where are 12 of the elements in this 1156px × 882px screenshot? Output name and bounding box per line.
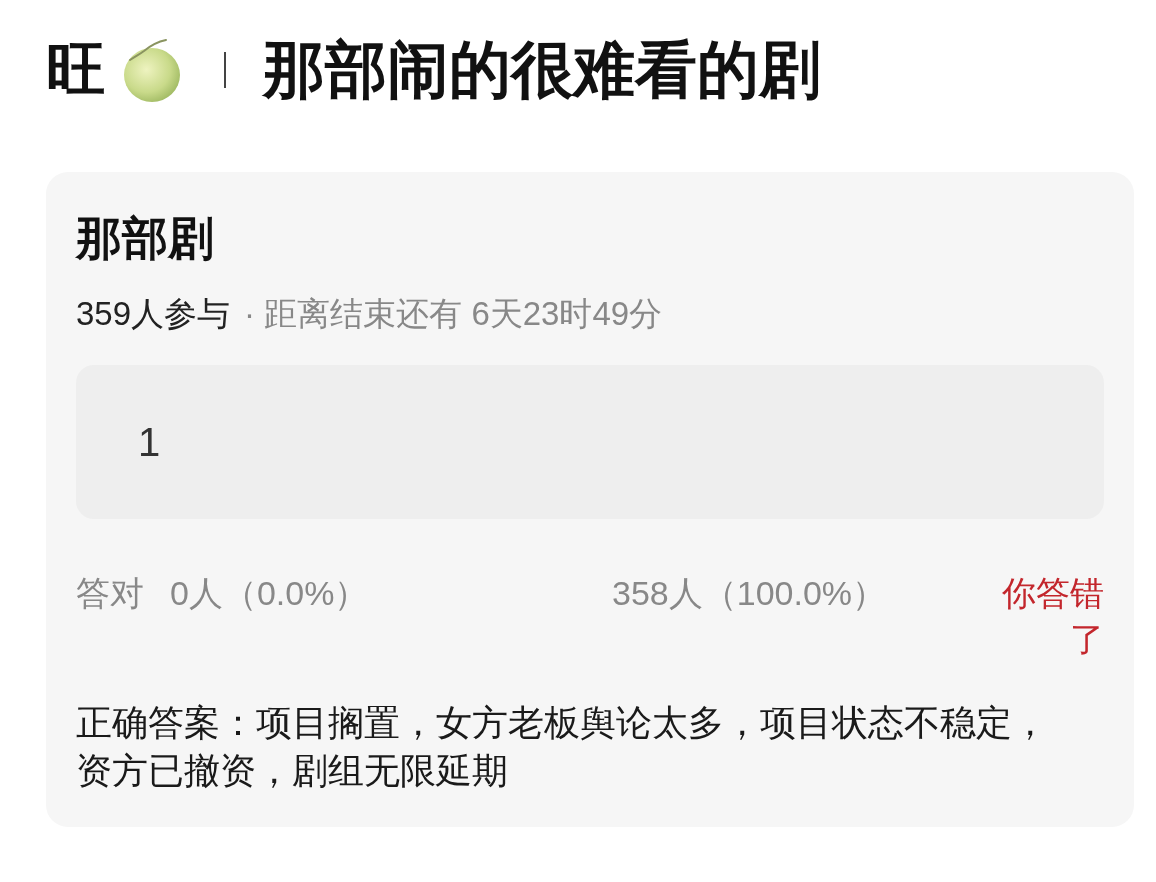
correct-count: 0人（0.0%） bbox=[170, 573, 369, 614]
answer-box: 1 bbox=[76, 365, 1104, 519]
participant-count: 359人参与 bbox=[76, 297, 231, 330]
author-name: 旺 bbox=[46, 40, 106, 100]
quiz-title: 那部剧 bbox=[76, 215, 215, 261]
melon-icon bbox=[122, 38, 182, 102]
result-label: 答对 bbox=[76, 573, 144, 614]
correct-answer-text: 正确答案：项目搁置，女方老板舆论太多，项目状态不稳定，资方已撤资，剧组无限延期 bbox=[76, 701, 1049, 793]
post-title: 那部闹的很难看的剧 bbox=[263, 39, 821, 101]
wrong-count: 358人（100.0%） bbox=[612, 573, 888, 614]
deadline-text: · 距离结束还有 6天23时49分 bbox=[244, 297, 663, 330]
verdict-text: 你答错了 bbox=[1001, 573, 1104, 660]
